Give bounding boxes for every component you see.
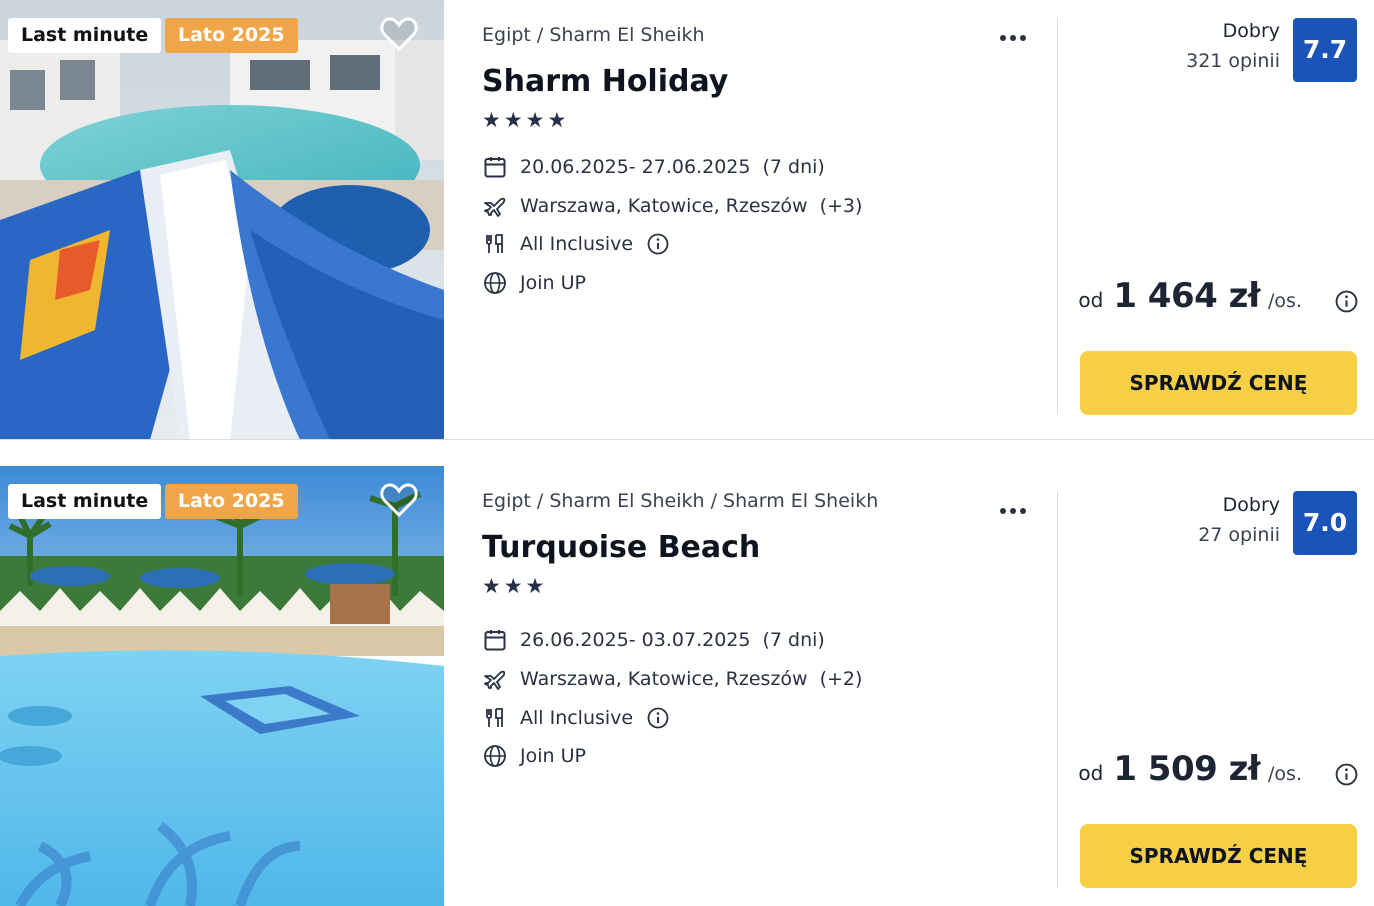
- board-text: All Inclusive: [520, 233, 634, 255]
- departures-text: Warszawa, Katowice, Rzeszów: [520, 195, 808, 217]
- rating-score: 7.7: [1293, 18, 1357, 82]
- operator-row: Join UP: [482, 742, 586, 770]
- dates-text: 20.06.2025- 27.06.2025: [520, 156, 751, 178]
- hotel-photo-waterslide: [0, 0, 444, 440]
- star-icon: ★: [482, 108, 501, 132]
- rating-label: Dobry: [1222, 494, 1280, 516]
- utensils-icon: [482, 231, 508, 257]
- dates-text: 26.06.2025- 03.07.2025: [520, 629, 751, 651]
- utensils-icon: [482, 705, 508, 731]
- calendar-icon: [482, 154, 508, 180]
- heart-icon[interactable]: [380, 16, 418, 52]
- calendar-icon: [482, 627, 508, 653]
- check-price-button[interactable]: SPRAWDŹ CENĘ: [1080, 824, 1357, 888]
- operator-text: Join UP: [520, 272, 586, 294]
- offer-card[interactable]: Last minute Lato 2025 Egipt / Sharm El S…: [0, 0, 1374, 440]
- price-suffix: /os.: [1268, 290, 1302, 312]
- star-icon: ★: [482, 574, 501, 598]
- price: od 1 464 zł /os.: [1078, 276, 1346, 320]
- dates-row: 20.06.2025- 27.06.2025 (7 dni): [482, 153, 825, 181]
- board-row: All Inclusive: [482, 704, 669, 732]
- star-icon: ★: [525, 108, 545, 132]
- operator-row: Join UP: [482, 269, 586, 297]
- star-icon: ★: [547, 108, 567, 132]
- hotel-stars: ★ ★ ★: [482, 574, 544, 598]
- info-icon[interactable]: [647, 707, 669, 729]
- board-text: All Inclusive: [520, 707, 634, 729]
- rating-score: 7.0: [1293, 491, 1357, 555]
- location-breadcrumb[interactable]: Egipt / Sharm El Sheikh: [482, 24, 705, 46]
- globe-icon: [482, 743, 508, 769]
- offer-info: Egipt / Sharm El Sheikh Sharm Holiday ★ ★…: [482, 0, 1042, 440]
- hotel-name[interactable]: Sharm Holiday: [482, 64, 728, 99]
- rating-label: Dobry: [1222, 20, 1280, 42]
- season-badge: Lato 2025: [165, 18, 298, 53]
- location-breadcrumb[interactable]: Egipt / Sharm El Sheikh / Sharm El Sheik…: [482, 490, 878, 512]
- price-suffix: /os.: [1268, 763, 1302, 785]
- departures-row: Warszawa, Katowice, Rzeszów (+3): [482, 192, 862, 220]
- rating-count[interactable]: 27 opinii: [1198, 524, 1280, 546]
- plane-icon: [482, 193, 508, 219]
- operator-text: Join UP: [520, 745, 586, 767]
- last-minute-badge: Last minute: [8, 484, 162, 519]
- star-icon: ★: [503, 108, 523, 132]
- info-icon[interactable]: [1335, 290, 1358, 313]
- divider: [1057, 492, 1058, 888]
- star-icon: ★: [525, 574, 545, 598]
- season-badge: Lato 2025: [165, 484, 298, 519]
- price-prefix: od: [1078, 761, 1104, 785]
- hotel-name[interactable]: Turquoise Beach: [482, 530, 760, 565]
- price: od 1 509 zł /os.: [1078, 749, 1346, 793]
- departures-text: Warszawa, Katowice, Rzeszów: [520, 668, 808, 690]
- globe-icon: [482, 270, 508, 296]
- info-icon[interactable]: [1335, 763, 1358, 786]
- more-icon[interactable]: [996, 30, 1030, 46]
- duration-text: (7 dni): [762, 629, 825, 651]
- hotel-photo[interactable]: [0, 466, 444, 906]
- price-amount: 1 464 zł: [1113, 276, 1261, 316]
- departures-row: Warszawa, Katowice, Rzeszów (+2): [482, 665, 862, 693]
- price-amount: 1 509 zł: [1113, 749, 1261, 789]
- rating-count[interactable]: 321 opinii: [1186, 50, 1280, 72]
- dates-row: 26.06.2025- 03.07.2025 (7 dni): [482, 626, 825, 654]
- star-icon: ★: [503, 574, 523, 598]
- duration-text: (7 dni): [762, 156, 825, 178]
- last-minute-badge: Last minute: [8, 18, 162, 53]
- divider: [0, 439, 1374, 440]
- hotel-photo[interactable]: [0, 0, 444, 440]
- hotel-stars: ★ ★ ★ ★: [482, 108, 566, 132]
- check-price-button[interactable]: SPRAWDŹ CENĘ: [1080, 351, 1357, 415]
- board-row: All Inclusive: [482, 230, 669, 258]
- departures-more[interactable]: (+3): [820, 195, 863, 217]
- more-icon[interactable]: [996, 503, 1030, 519]
- hotel-photo-pool: [0, 466, 444, 906]
- info-icon[interactable]: [647, 233, 669, 255]
- offer-card[interactable]: Last minute Lato 2025 Egipt / Sharm El S…: [0, 466, 1374, 906]
- heart-icon[interactable]: [380, 482, 418, 518]
- plane-icon: [482, 666, 508, 692]
- departures-more[interactable]: (+2): [820, 668, 863, 690]
- divider: [1057, 18, 1058, 414]
- price-prefix: od: [1078, 288, 1104, 312]
- offer-info: Egipt / Sharm El Sheikh / Sharm El Sheik…: [482, 466, 1042, 906]
